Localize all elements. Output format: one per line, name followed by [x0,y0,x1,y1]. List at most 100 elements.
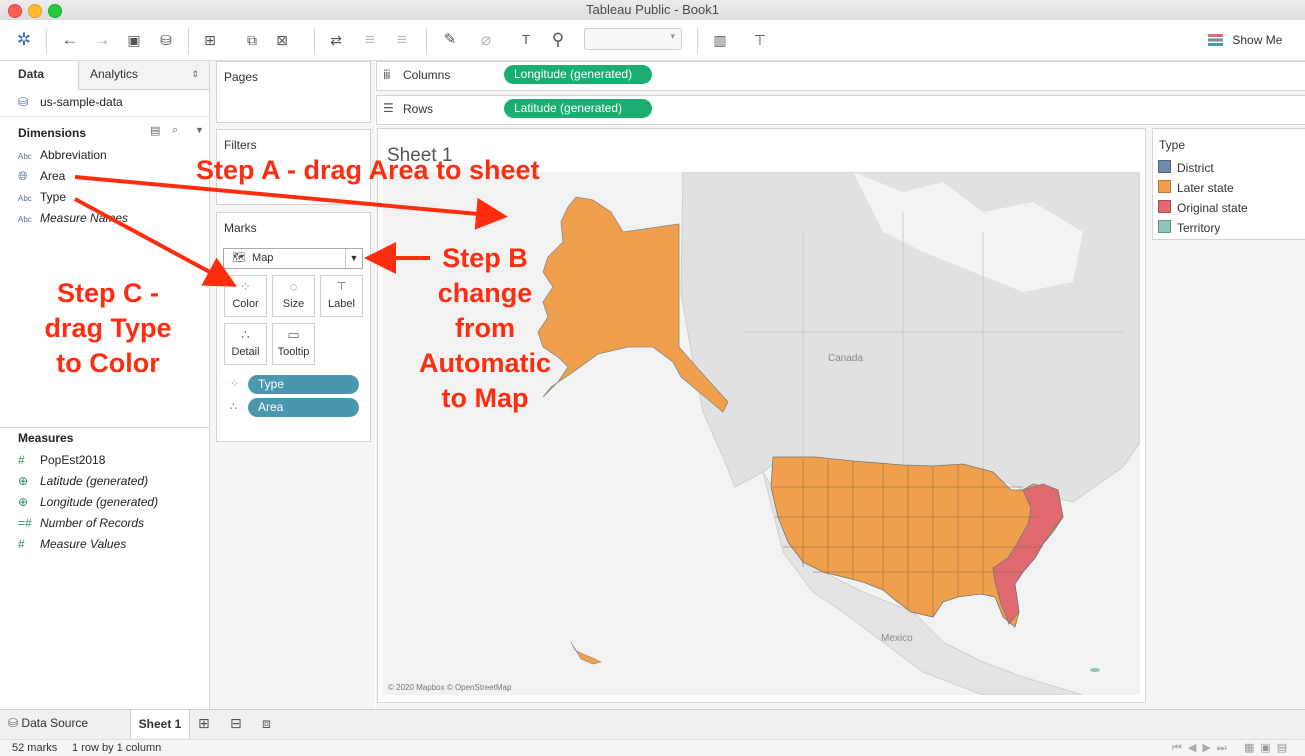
sheet-tabs-bar: ⛁ Data Source Sheet 1 ⊞ ⊟ ⧈ [0,709,1305,740]
data-source-tab[interactable]: ⛁ Data Source [8,716,88,730]
measure-measure-values[interactable]: # Measure Values [18,534,126,554]
sort-ascending-icon[interactable]: ≡ [358,28,382,52]
legend-swatch [1158,220,1171,233]
annotation-step-b-line: change [437,278,533,308]
marks-pill-area[interactable]: Area [248,398,359,417]
string-type-icon: Abc [18,215,32,224]
view-options-icon[interactable]: ▤ [150,124,160,137]
rows-shelf[interactable]: Latitude (generated) [501,95,1305,125]
presentation-mode-icon[interactable]: ⊤ [748,28,772,52]
tab-data[interactable]: Data [0,61,79,90]
toolbar: ✲ ← → ▣ ⛁ ⊞ ⧉ ⊠ ⇄ ≡ ≡ ✎ ⌀ T ⚲ ▾ ▥ ⊤ Show… [0,20,1305,61]
color-encoding-icon: ⁘ [230,378,240,390]
search-icon[interactable]: ⌕ [172,124,178,137]
legend-swatch [1158,180,1171,193]
legend-label: Territory [1177,221,1221,235]
fix-axes-icon[interactable]: ⚲ [546,28,570,52]
legend-item-district[interactable]: District [1158,159,1214,177]
close-window-button[interactable] [8,4,22,18]
dimensions-menu-icon[interactable]: ▼ [195,125,204,135]
undo-icon[interactable]: ← [58,28,82,52]
measure-longitude-generated[interactable]: ⊕ Longitude (generated) [18,492,158,512]
clear-sheet-icon[interactable]: ⊠ [270,28,294,52]
detail-encoding-icon: ∴ [230,401,237,413]
legend-item-original-state[interactable]: Original state [1158,199,1248,217]
view-toggle-icons[interactable]: ▦▣▤ [1244,740,1293,756]
label-icon: ⊤ [336,281,347,293]
tooltip-icon: ▭ [287,327,300,342]
window-title: Tableau Public - Book1 [586,2,719,17]
color-button[interactable]: ⁘ Color [224,275,267,317]
group-icon[interactable]: ⌀ [474,28,498,52]
datasource-item[interactable]: ⛁ us-sample-data [18,92,123,112]
new-worksheet-icon[interactable]: ⊞ [198,28,222,52]
duplicate-sheet-icon[interactable]: ⧉ [240,28,264,52]
field-label: Measure Values [40,537,127,551]
title-bar: Tableau Public - Book1 [0,0,1305,21]
tab-analytics[interactable]: Analytics ⇕ [90,61,205,89]
dimension-type[interactable]: Abc Type [18,187,66,207]
mark-type-dropdown[interactable]: 🗺︎ Map ▼ [223,248,363,269]
pages-card[interactable]: Pages [216,61,371,123]
redo-icon[interactable]: → [90,28,114,52]
show-cards-icon[interactable]: ▥ [708,28,732,52]
columns-pill-longitude[interactable]: Longitude (generated) [504,65,652,84]
legend-item-later-state[interactable]: Later state [1158,179,1234,197]
annotation-step-b-line: from [455,313,515,343]
canada-map-label: Canada [828,353,863,364]
legend-swatch [1158,200,1171,213]
sort-descending-icon[interactable]: ≡ [390,28,414,52]
label-button[interactable]: ⊤ Label [320,275,363,317]
annotation-step-a: Step A - drag Area to sheet [196,155,540,185]
annotation-step-b-line: Automatic [418,348,551,378]
measures-header: Measures [18,431,74,445]
measure-number-of-records[interactable]: =# Number of Records [18,513,144,533]
legend-label: Later state [1177,181,1234,195]
show-mark-labels-icon[interactable]: T [514,28,538,52]
sheet1-tab[interactable]: Sheet 1 [130,710,190,738]
tab-analytics-label: Analytics [90,67,139,81]
new-datasource-icon[interactable]: ⛁ [154,28,178,52]
columns-shelf[interactable]: Longitude (generated) [501,61,1305,91]
measure-popest2018[interactable]: # PopEst2018 [18,450,105,470]
new-worksheet-tab-icon[interactable]: ⊞ [198,715,210,732]
size-label: Size [282,298,305,310]
minimize-window-button[interactable] [28,4,42,18]
pages-card-title: Pages [224,70,259,84]
new-story-icon[interactable]: ⧈ [262,715,271,732]
field-label: Number of Records [40,516,145,530]
legend-label: Original state [1177,201,1248,215]
datasource-icon: ⛁ [18,95,29,109]
size-button[interactable]: ◌ Size [272,275,315,317]
dimension-abbreviation[interactable]: Abc Abbreviation [18,145,107,165]
data-pane-tabs: Data Analytics ⇕ [0,61,209,90]
tooltip-button[interactable]: ▭ Tooltip [272,323,315,365]
field-label: Abbreviation [40,148,107,162]
new-dashboard-icon[interactable]: ⊟ [230,715,242,732]
measure-latitude-generated[interactable]: ⊕ Latitude (generated) [18,471,148,491]
save-icon[interactable]: ▣ [122,28,146,52]
zoom-window-button[interactable] [48,4,62,18]
show-me-button[interactable]: Show Me [1208,30,1282,50]
mexico-map-label: Mexico [881,633,913,644]
puerto-rico-shape[interactable] [1090,668,1100,672]
detail-icon: ∴ [241,327,250,342]
detail-button[interactable]: ∴ Detail [224,323,267,365]
tableau-logo-icon[interactable]: ✲ [12,28,36,52]
sheet-navigation-icon[interactable]: ⏮◀▶⏭ [1172,740,1233,756]
rows-pill-latitude[interactable]: Latitude (generated) [504,99,652,118]
columns-shelf-label: ⅲ Columns [376,61,502,91]
data-pane: Data Analytics ⇕ ⛁ us-sample-data Dimensi… [0,61,210,709]
fit-dropdown[interactable]: ▾ [584,28,682,50]
marks-pill-type[interactable]: Type [248,375,359,394]
detail-label: Detail [231,346,260,358]
annotation-step-c-line: to Color [56,348,160,378]
dimension-area[interactable]: 🌐︎ Area [18,166,65,186]
annotation-step-c: Step C - drag Type to Color [28,276,188,381]
swap-rows-columns-icon[interactable]: ⇄ [324,28,348,52]
string-type-icon: Abc [18,152,32,161]
highlight-icon[interactable]: ✎ [438,28,462,52]
legend-item-territory[interactable]: Territory [1158,219,1220,237]
label-label: Label [328,298,355,310]
dimension-measure-names[interactable]: Abc Measure Names [18,208,128,228]
